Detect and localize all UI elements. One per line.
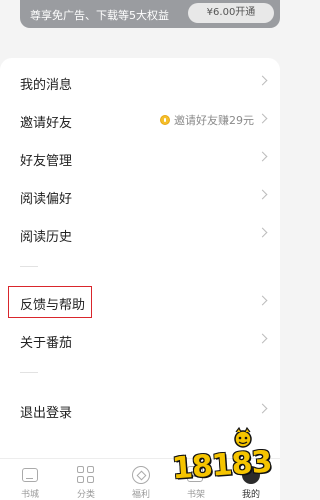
- nav-label: 书城: [20, 490, 39, 500]
- home-icon: [22, 468, 38, 482]
- menu-item-reading-preference[interactable]: 阅读偏好: [0, 178, 280, 214]
- vip-benefits-text: 尊享免广告、下载等5大权益: [30, 9, 169, 22]
- watermark-logo: 18183: [168, 426, 278, 496]
- invite-reward-text: 邀请好友赚29元: [174, 114, 254, 127]
- menu-panel: 我的消息 邀请好友 邀请好友赚29元 好友管理 阅读偏好 阅读历史 反馈与帮助 …: [0, 58, 280, 458]
- nav-tab-category[interactable]: 分类: [58, 459, 114, 500]
- menu-label: 关于番茄: [20, 336, 73, 351]
- menu-item-friend-management[interactable]: 好友管理: [0, 140, 280, 176]
- nav-tab-welfare[interactable]: 福利: [113, 459, 169, 500]
- menu-item-messages[interactable]: 我的消息: [0, 64, 280, 100]
- chevron-right-icon: [257, 227, 268, 238]
- menu-label: 好友管理: [20, 154, 73, 169]
- invite-hint: 邀请好友赚29元: [160, 112, 254, 128]
- nav-label: 分类: [76, 490, 95, 500]
- menu-item-invite-friends[interactable]: 邀请好友 邀请好友赚29元: [0, 102, 280, 138]
- section-divider: [20, 372, 38, 373]
- menu-label: 阅读偏好: [20, 192, 73, 207]
- chevron-right-icon: [257, 403, 268, 414]
- menu-label: 我的消息: [20, 78, 73, 93]
- grid-icon: [77, 466, 94, 483]
- compass-icon: [132, 466, 150, 484]
- menu-label: 退出登录: [20, 406, 73, 421]
- coin-icon: [160, 115, 170, 125]
- menu-item-about[interactable]: 关于番茄: [0, 322, 280, 358]
- chevron-right-icon: [257, 75, 268, 86]
- nav-tab-bookstore[interactable]: 书城: [2, 459, 58, 500]
- section-divider: [20, 266, 38, 267]
- highlight-box: [8, 286, 92, 318]
- chevron-right-icon: [257, 295, 268, 306]
- chevron-right-icon: [257, 189, 268, 200]
- menu-item-reading-history[interactable]: 阅读历史: [0, 216, 280, 252]
- chevron-right-icon: [257, 113, 268, 124]
- nav-label: 福利: [131, 490, 150, 500]
- menu-label: 阅读历史: [20, 230, 73, 245]
- chevron-right-icon: [257, 333, 268, 344]
- vip-open-button[interactable]: ¥6.00开通: [188, 3, 274, 23]
- chevron-right-icon: [257, 151, 268, 162]
- vip-banner[interactable]: 尊享免广告、下载等5大权益 ¥6.00开通: [0, 0, 280, 52]
- menu-item-logout[interactable]: 退出登录: [0, 392, 280, 428]
- menu-label: 邀请好友: [20, 116, 73, 131]
- watermark-text: 18183: [170, 444, 273, 487]
